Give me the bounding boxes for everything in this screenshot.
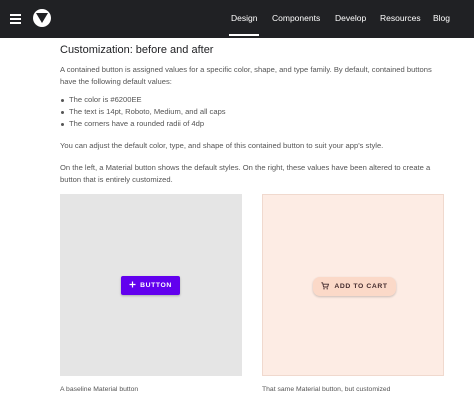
nav-blog[interactable]: Blog (433, 13, 450, 23)
default-caption: A baseline Material button (60, 386, 139, 393)
compare-paragraph: On the left, a Material button shows the… (60, 163, 431, 184)
default-button[interactable]: BUTTON (121, 276, 180, 295)
section-heading: Customization: before and after (60, 44, 214, 56)
list-item: The text is 14pt, Roboto, Medium, and al… (60, 106, 444, 118)
article-content: Customization: before and after A contai… (60, 44, 444, 186)
custom-example-panel: ADD TO CART (262, 194, 444, 376)
adjust-paragraph: You can adjust the default color, type, … (60, 141, 384, 150)
nav-components[interactable]: Components (272, 13, 320, 23)
material-logo-icon[interactable] (33, 9, 51, 27)
nav-develop[interactable]: Develop (335, 13, 366, 23)
list-item: The corners have a rounded radii of 4dp (60, 118, 444, 130)
default-values-list: The color is #6200EE The text is 14pt, R… (60, 94, 444, 130)
menu-icon[interactable] (10, 14, 21, 24)
custom-caption: That same Material button, but customize… (262, 386, 391, 393)
intro-paragraph: A contained button is assigned values fo… (60, 65, 432, 86)
add-to-cart-button[interactable]: ADD TO CART (313, 277, 396, 296)
default-button-label: BUTTON (140, 282, 172, 289)
add-shopping-cart-icon (321, 281, 330, 292)
default-example-panel: BUTTON (60, 194, 242, 376)
list-item: The color is #6200EE (60, 94, 444, 106)
nav-design[interactable]: Design (228, 13, 260, 36)
nav-resources[interactable]: Resources (380, 13, 421, 23)
custom-button-label: ADD TO CART (334, 283, 388, 290)
top-app-bar: Design Components Develop Resources Blog (0, 0, 474, 38)
plus-icon (129, 281, 136, 290)
